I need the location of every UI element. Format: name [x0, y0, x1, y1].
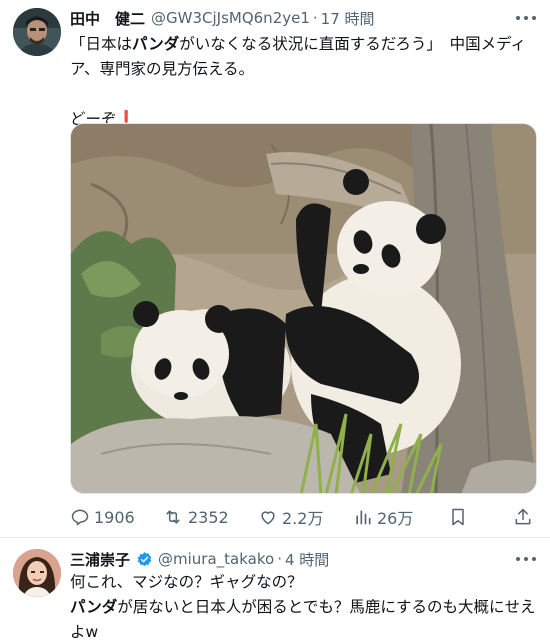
reply-text-line-2: パンダが居ないと日本人が困るとでも？馬鹿にするのも大概にせえよw [70, 595, 538, 640]
tweet-text-bold: パンダ [132, 35, 180, 53]
tweet-text-blank [70, 82, 538, 107]
verified-icon [137, 551, 152, 566]
reply-text: 何これ、マジなの？ギャグなの？ パンダが居ないと日本人が困るとでも？馬鹿にするの… [70, 570, 538, 640]
reply-author-handle[interactable]: @miura_takako [158, 550, 274, 568]
more-icon[interactable] [514, 549, 538, 569]
views-icon [356, 510, 371, 525]
avatar-portrait [13, 549, 61, 597]
panda-photo [71, 124, 536, 493]
reply-time[interactable]: 4 時間 [285, 549, 329, 570]
reply-button[interactable]: 1906 [70, 503, 135, 531]
retweet-icon [166, 510, 180, 524]
tweet-actions: 1906 2352 2.2万 26万 [70, 503, 540, 531]
retweet-button[interactable]: 2352 [162, 503, 229, 531]
author-handle[interactable]: @GW3CjJsMQ6n2ye1 [151, 9, 310, 27]
reply-text-part: が居ないと日本人が困るとでも？馬鹿にするのも大概にせえよw [70, 598, 536, 640]
tweet-time[interactable]: 17 時間 [321, 8, 375, 29]
reply-author-name[interactable]: 三浦崇子 [70, 549, 130, 570]
retweet-count: 2352 [188, 507, 229, 527]
share-icon [515, 508, 531, 525]
like-icon [261, 511, 275, 525]
tweet-photo[interactable] [70, 123, 537, 494]
tweet-text-line-2: ア、専門家の見方伝える。 [70, 60, 254, 78]
reply-header: 三浦崇子 @miura_takako · 4 時間 [70, 548, 329, 570]
reply-count: 1906 [94, 507, 135, 527]
bookmark-icon [452, 508, 464, 526]
tweet-text-line-1: 「日本はパンダがいなくなる状況に直面するだろう」 中国メディ [70, 32, 538, 57]
more-icon[interactable] [514, 8, 538, 28]
reply-icon [71, 509, 89, 526]
tweet-text-part: 「日本は [70, 35, 133, 53]
tweet-text: 「日本はパンダがいなくなる状況に直面するだろう」 中国メディ ア、専門家の見方伝… [70, 32, 538, 132]
tweet-text-part: がいなくなる状況に直面するだろう」 中国メディ [179, 35, 527, 53]
views-count: 26万 [377, 509, 414, 528]
reply-author-avatar[interactable] [13, 549, 61, 597]
separator: · [277, 550, 282, 568]
tweet-header: 田中 健二 @GW3CjJsMQ6n2ye1 · 17 時間 [70, 7, 375, 29]
like-count: 2.2万 [282, 509, 324, 528]
bookmark-button[interactable] [448, 503, 472, 531]
author-name[interactable]: 田中 健二 [70, 8, 145, 29]
reply-text-line-1: 何これ、マジなの？ギャグなの？ [70, 573, 303, 591]
separator: · [312, 9, 318, 27]
author-avatar[interactable] [13, 8, 61, 56]
views-button[interactable]: 26万 [353, 503, 413, 531]
like-button[interactable]: 2.2万 [258, 503, 323, 531]
share-button[interactable] [513, 503, 537, 531]
reply-text-bold: パンダ [70, 598, 118, 616]
avatar-portrait [13, 8, 61, 56]
